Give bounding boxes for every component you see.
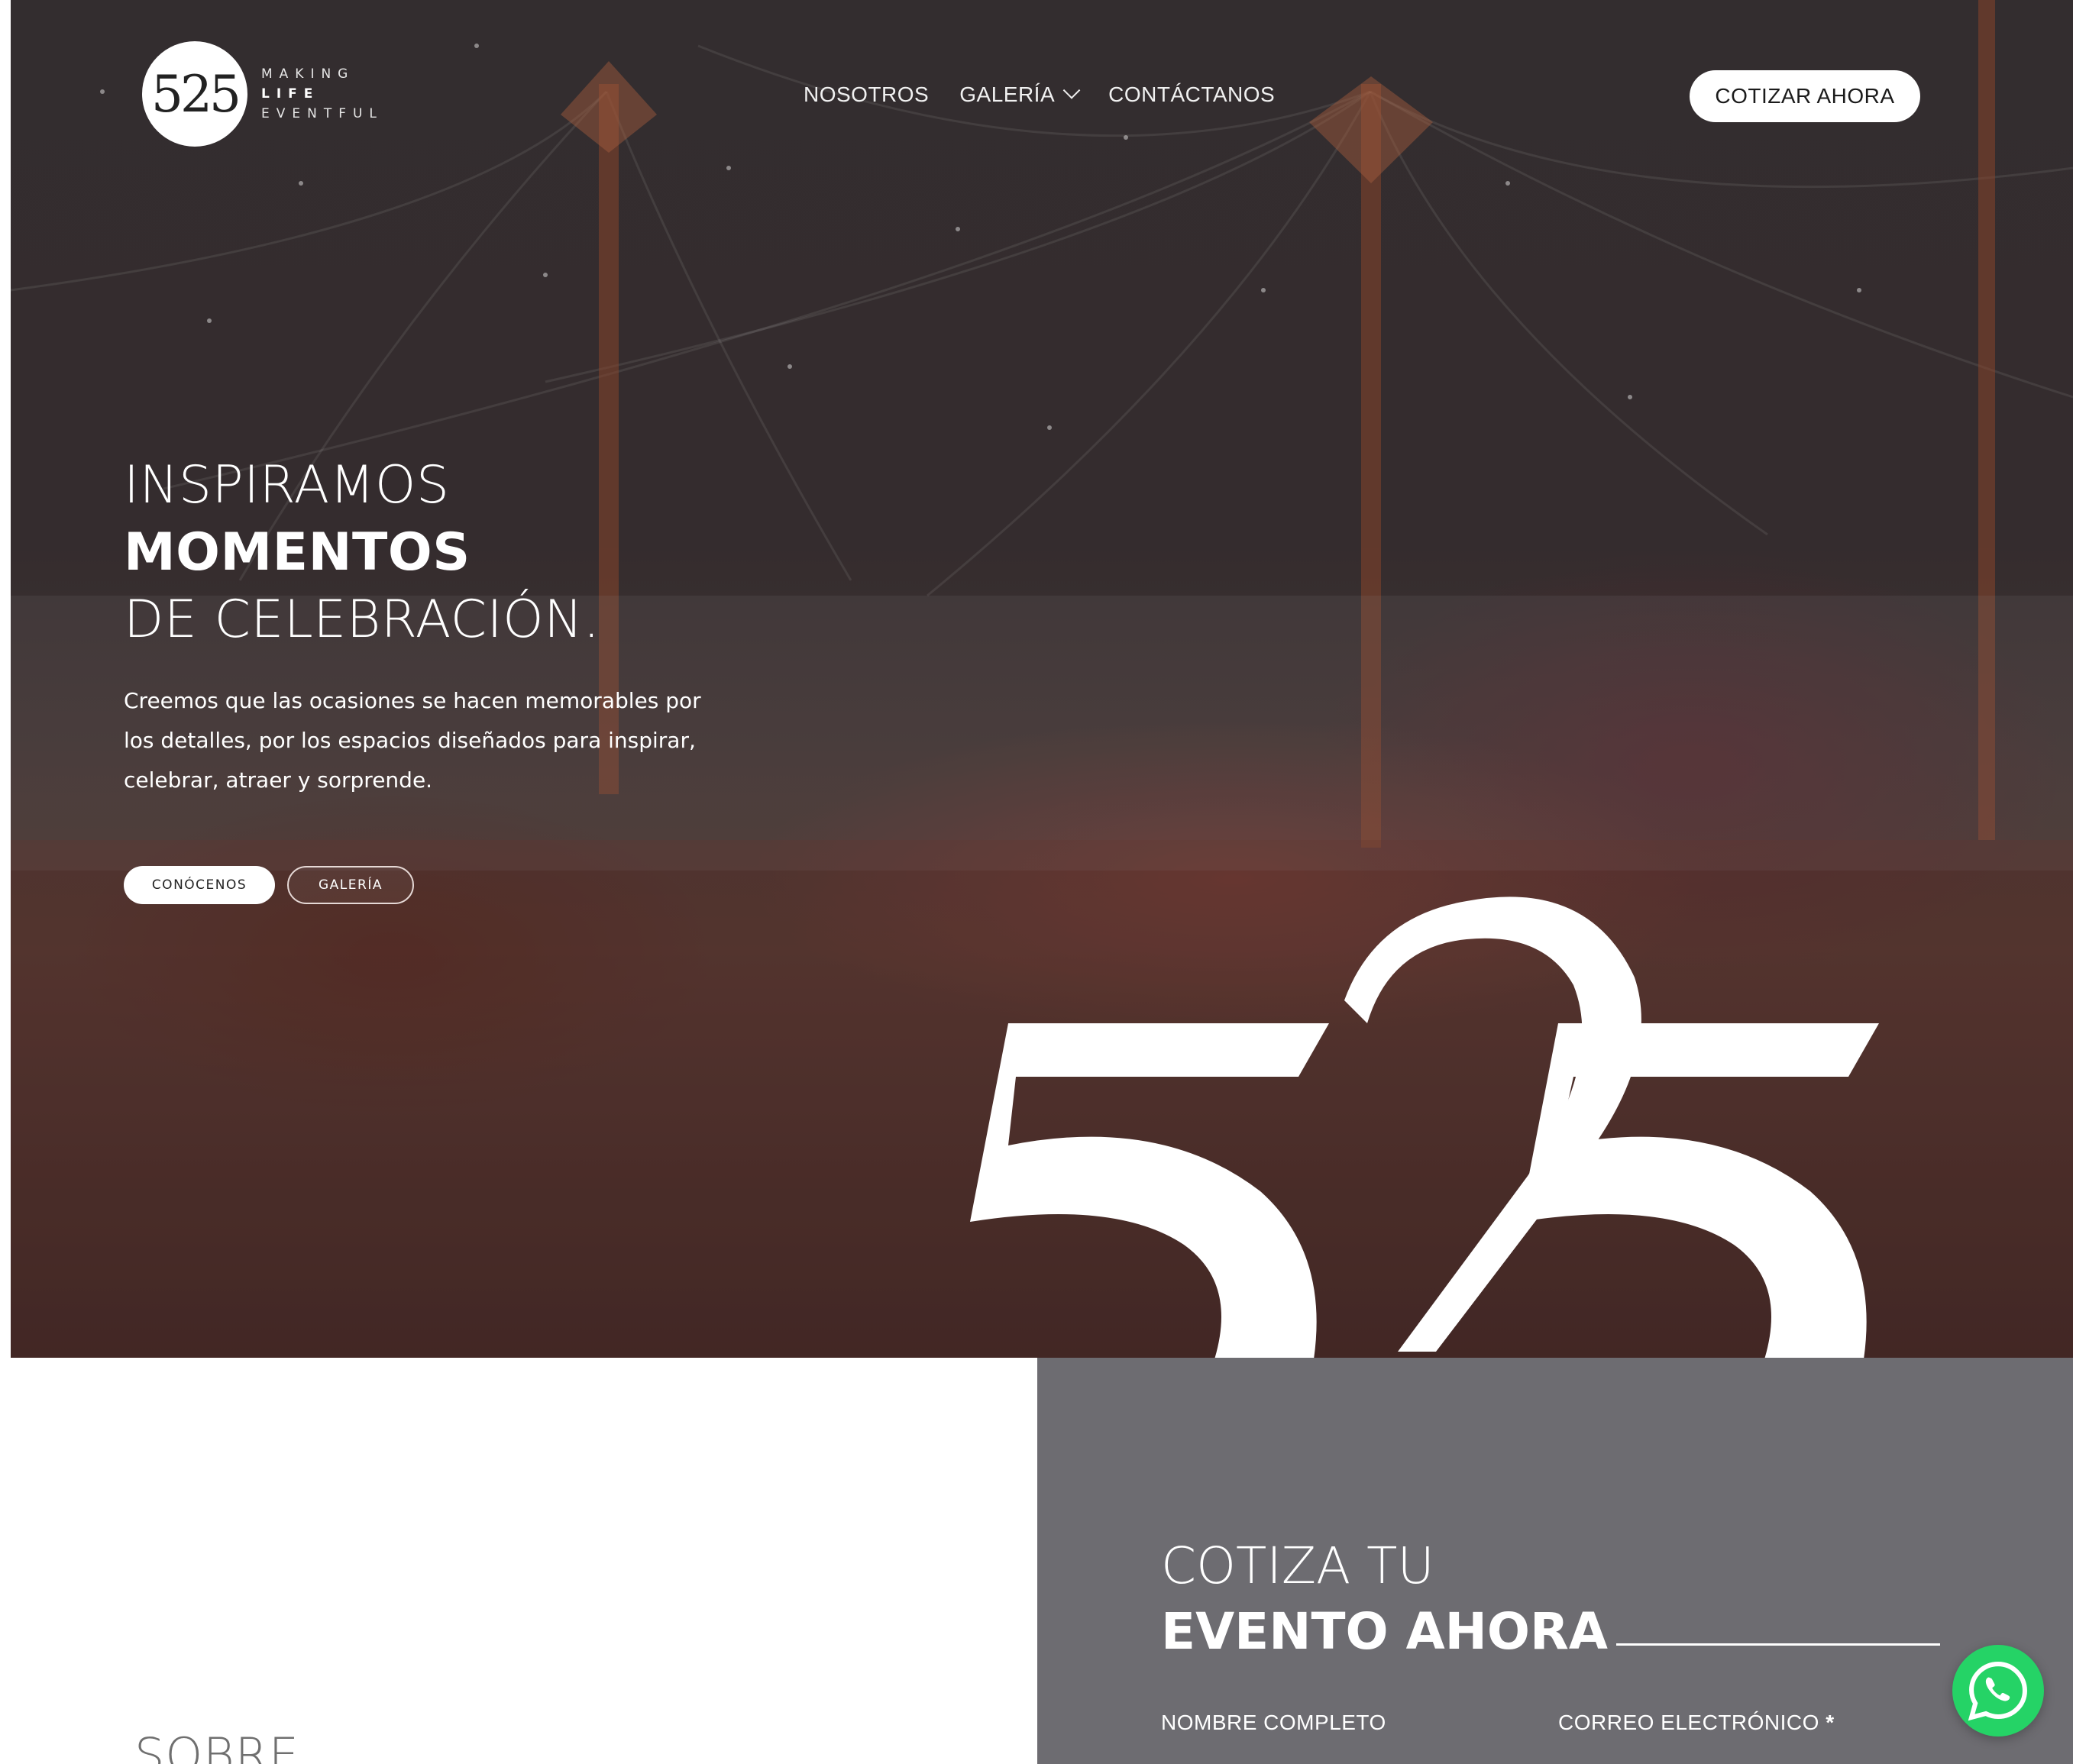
page: 525 MAKING LIFE EVENTFUL NOSOTROS GALERÍ… bbox=[0, 0, 2073, 1764]
logo-tagline: MAKING LIFE EVENTFUL bbox=[261, 66, 383, 121]
nav-item-contactanos[interactable]: CONTÁCTANOS bbox=[1108, 82, 1275, 107]
nav-item-label: CONTÁCTANOS bbox=[1108, 82, 1276, 106]
left-edge bbox=[0, 0, 11, 1764]
site-logo[interactable]: 525 MAKING LIFE EVENTFUL bbox=[142, 41, 383, 147]
logo-mark: 525 bbox=[142, 41, 247, 147]
nav-item-galeria[interactable]: GALERÍA bbox=[959, 82, 1081, 107]
logo-tagline-line1: MAKING bbox=[261, 66, 355, 82]
chevron-down-icon bbox=[1062, 82, 1081, 99]
headline-line3: DE CELEBRACIÓN. bbox=[124, 590, 600, 650]
hero-headline: INSPIRAMOS MOMENTOS DE CELEBRACIÓN. bbox=[124, 452, 600, 654]
quote-title-line1: COTIZA TU bbox=[1161, 1536, 1434, 1595]
hero-description: Creemos que las ocasiones se hacen memor… bbox=[124, 688, 701, 793]
conocenos-button[interactable]: CONÓCENOS bbox=[124, 866, 275, 904]
cotizar-ahora-button[interactable]: COTIZAR AHORA bbox=[1690, 70, 1920, 122]
nav-item-nosotros[interactable]: NOSOTROS bbox=[804, 82, 929, 107]
quote-form-title: COTIZA TU EVENTO AHORA bbox=[1161, 1533, 1608, 1665]
whatsapp-icon bbox=[1968, 1662, 2027, 1721]
main-nav: NOSOTROS GALERÍA CONTÁCTANOS bbox=[804, 82, 1275, 107]
logo-tagline-line2: LIFE bbox=[261, 86, 320, 102]
nav-item-label: GALERÍA bbox=[959, 82, 1056, 106]
nav-item-label: NOSOTROS bbox=[804, 82, 930, 106]
email-field-label: CORREO ELECTRÓNICO * bbox=[1558, 1711, 1835, 1735]
required-marker: * bbox=[1826, 1711, 1835, 1734]
title-divider bbox=[1616, 1643, 1940, 1646]
email-field-label-text: CORREO ELECTRÓNICO bbox=[1558, 1711, 1819, 1734]
name-field-label: NOMBRE COMPLETO bbox=[1161, 1711, 1386, 1734]
headline-line1: INSPIRAMOS bbox=[124, 455, 450, 515]
hero-525-logo bbox=[970, 897, 1879, 1359]
headline-line2: MOMENTOS bbox=[124, 522, 471, 583]
whatsapp-button[interactable] bbox=[1952, 1645, 2044, 1737]
logo-tagline-line3: EVENTFUL bbox=[261, 106, 383, 121]
quote-title-line2: EVENTO AHORA bbox=[1161, 1602, 1608, 1661]
about-section-title: SOBRE bbox=[134, 1727, 300, 1764]
galeria-button[interactable]: GALERÍA bbox=[287, 866, 414, 904]
